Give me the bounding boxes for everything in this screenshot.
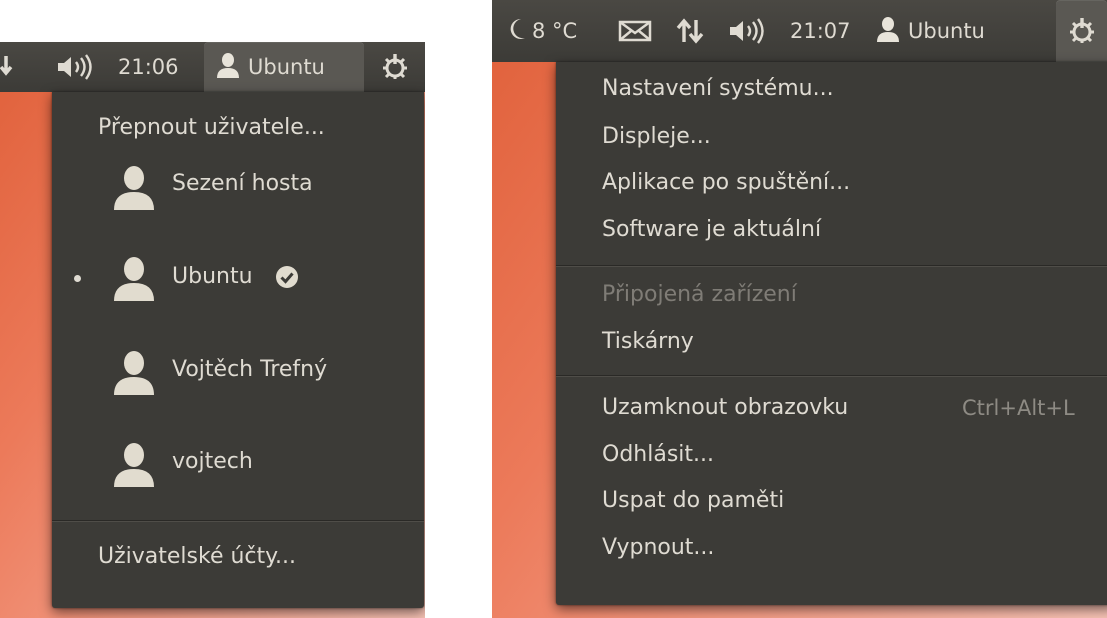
user-row-label: Vojtěch Trefný [172,357,328,382]
displays-item[interactable]: Displeje... [602,123,711,151]
user-row-label: Ubuntu [172,264,253,289]
user-icon [216,51,240,84]
network-arrow-icon[interactable] [0,42,20,92]
weather-temperature: 8 °C [532,19,578,43]
user-accounts-item[interactable]: Uživatelské účty... [98,543,296,571]
panel-user-name: Ubuntu [248,55,325,79]
menu-separator [556,375,1107,377]
log-out-item[interactable]: Odhlásit... [602,441,714,469]
sound-icon[interactable] [56,42,98,92]
panel-user-name: Ubuntu [908,19,985,43]
logged-in-check-icon [276,266,298,288]
lock-screen-shortcut: Ctrl+Alt+L [962,396,1075,420]
left-screenshot: 21:06 Ubuntu Přepnout uživatele... Sezen… [0,42,425,618]
user-row-label: vojtech [172,449,253,474]
session-menu: Nastavení systému... Displeje... Aplikac… [556,62,1107,605]
attached-devices-item: Připojená zařízení [602,282,797,307]
weather-indicator[interactable]: 8 °C [508,0,577,62]
top-panel: 21:06 Ubuntu [0,42,425,92]
system-settings-item[interactable]: Nastavení systému... [602,75,834,103]
user-icon [876,15,900,48]
startup-applications-item[interactable]: Aplikace po spuštění... [602,169,850,197]
printers-item[interactable]: Tiskárny [602,328,694,356]
top-panel: 8 °C 21:07 Ubuntu [492,0,1107,62]
active-user-bullet [74,275,81,282]
user-menu: Přepnout uživatele... Sezení hosta Ubunt… [52,92,424,608]
menu-separator [556,265,1107,267]
moon-icon [508,16,526,47]
user-menu-indicator[interactable]: Ubuntu [204,42,364,92]
switch-user-item[interactable]: Přepnout uživatele... [98,114,325,142]
user-silhouette-icon [114,166,154,210]
power-gear-icon[interactable] [380,42,416,92]
software-up-to-date-item[interactable]: Software je aktuální [602,216,821,244]
power-gear-icon[interactable] [1056,0,1107,62]
clock[interactable]: 21:06 [118,42,179,92]
user-silhouette-icon [114,351,154,395]
sound-icon[interactable] [728,0,770,62]
user-silhouette-icon [114,257,154,301]
clock[interactable]: 21:07 [790,0,851,62]
right-screenshot: 8 °C 21:07 Ubuntu Nastavení systému... D… [492,0,1107,618]
menu-separator [52,520,424,522]
suspend-item[interactable]: Uspat do paměti [602,487,784,515]
user-menu-indicator[interactable]: Ubuntu [876,0,985,62]
network-updown-icon[interactable] [674,0,710,62]
user-silhouette-icon [114,443,154,487]
mail-icon[interactable] [618,0,654,62]
user-row-label: Sezení hosta [172,171,313,196]
lock-screen-item[interactable]: Uzamknout obrazovku [602,394,848,422]
shut-down-item[interactable]: Vypnout... [602,534,714,562]
